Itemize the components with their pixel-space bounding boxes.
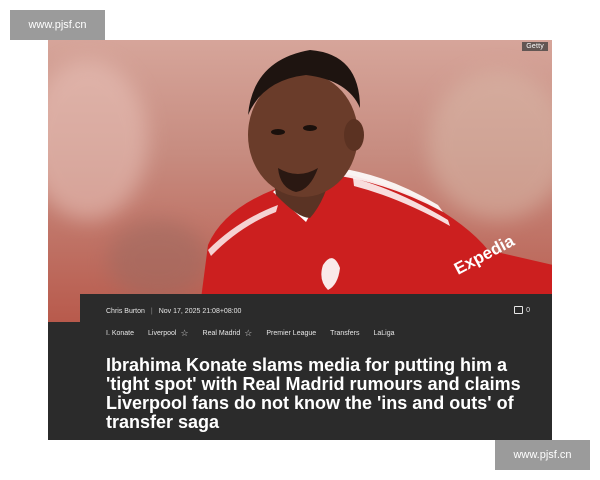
star-icon[interactable]: ☆ — [180, 329, 188, 338]
tag-label: I. Konate — [106, 330, 135, 337]
player-illustration: Expedia — [198, 50, 552, 322]
tag-label: LaLiga — [373, 330, 395, 337]
watermark-bottom-right: www.pjsf.cn — [495, 440, 590, 470]
article-meta: Chris Burton | Nov 17, 2025 21:08+08:00 — [106, 308, 241, 315]
star-icon[interactable]: ☆ — [244, 329, 252, 338]
comment-icon — [514, 306, 524, 314]
tag-item[interactable]: LaLiga — [373, 330, 394, 337]
tag-item[interactable]: Liverpool ☆ — [148, 329, 189, 338]
photo-credit: Getty — [522, 42, 548, 51]
watermark-text: www.pjsf.cn — [28, 19, 87, 31]
tag-label: Transfers — [330, 330, 360, 337]
meta-separator: | — [150, 308, 153, 315]
tag-item[interactable]: Real Madrid ☆ — [202, 329, 253, 338]
article-header: Chris Burton | Nov 17, 2025 21:08+08:00 … — [80, 294, 552, 440]
publish-timestamp: Nov 17, 2025 21:08+08:00 — [158, 308, 242, 315]
tag-item[interactable]: I. Konate — [106, 330, 134, 337]
author-name[interactable]: Chris Burton — [106, 308, 145, 315]
article-headline: Ibrahima Konate slams media for putting … — [106, 355, 521, 432]
watermark-top-left: www.pjsf.cn — [10, 10, 105, 40]
tag-item[interactable]: Premier League — [266, 330, 316, 337]
tag-item[interactable]: Transfers — [330, 330, 359, 337]
hero-photo: Expedia Getty — [48, 40, 552, 322]
tag-label: Premier League — [266, 330, 317, 337]
watermark-text: www.pjsf.cn — [513, 449, 572, 461]
comment-count: 0 — [526, 306, 530, 314]
article-card: Expedia Getty Chris Burton | Nov 17, 202… — [48, 40, 552, 440]
tag-list: I. Konate Liverpool ☆ Real Madrid ☆ Prem… — [106, 329, 395, 338]
tag-label: Liverpool — [148, 330, 177, 337]
tag-label: Real Madrid — [202, 330, 241, 337]
comment-count-button[interactable]: 0 — [514, 306, 530, 314]
